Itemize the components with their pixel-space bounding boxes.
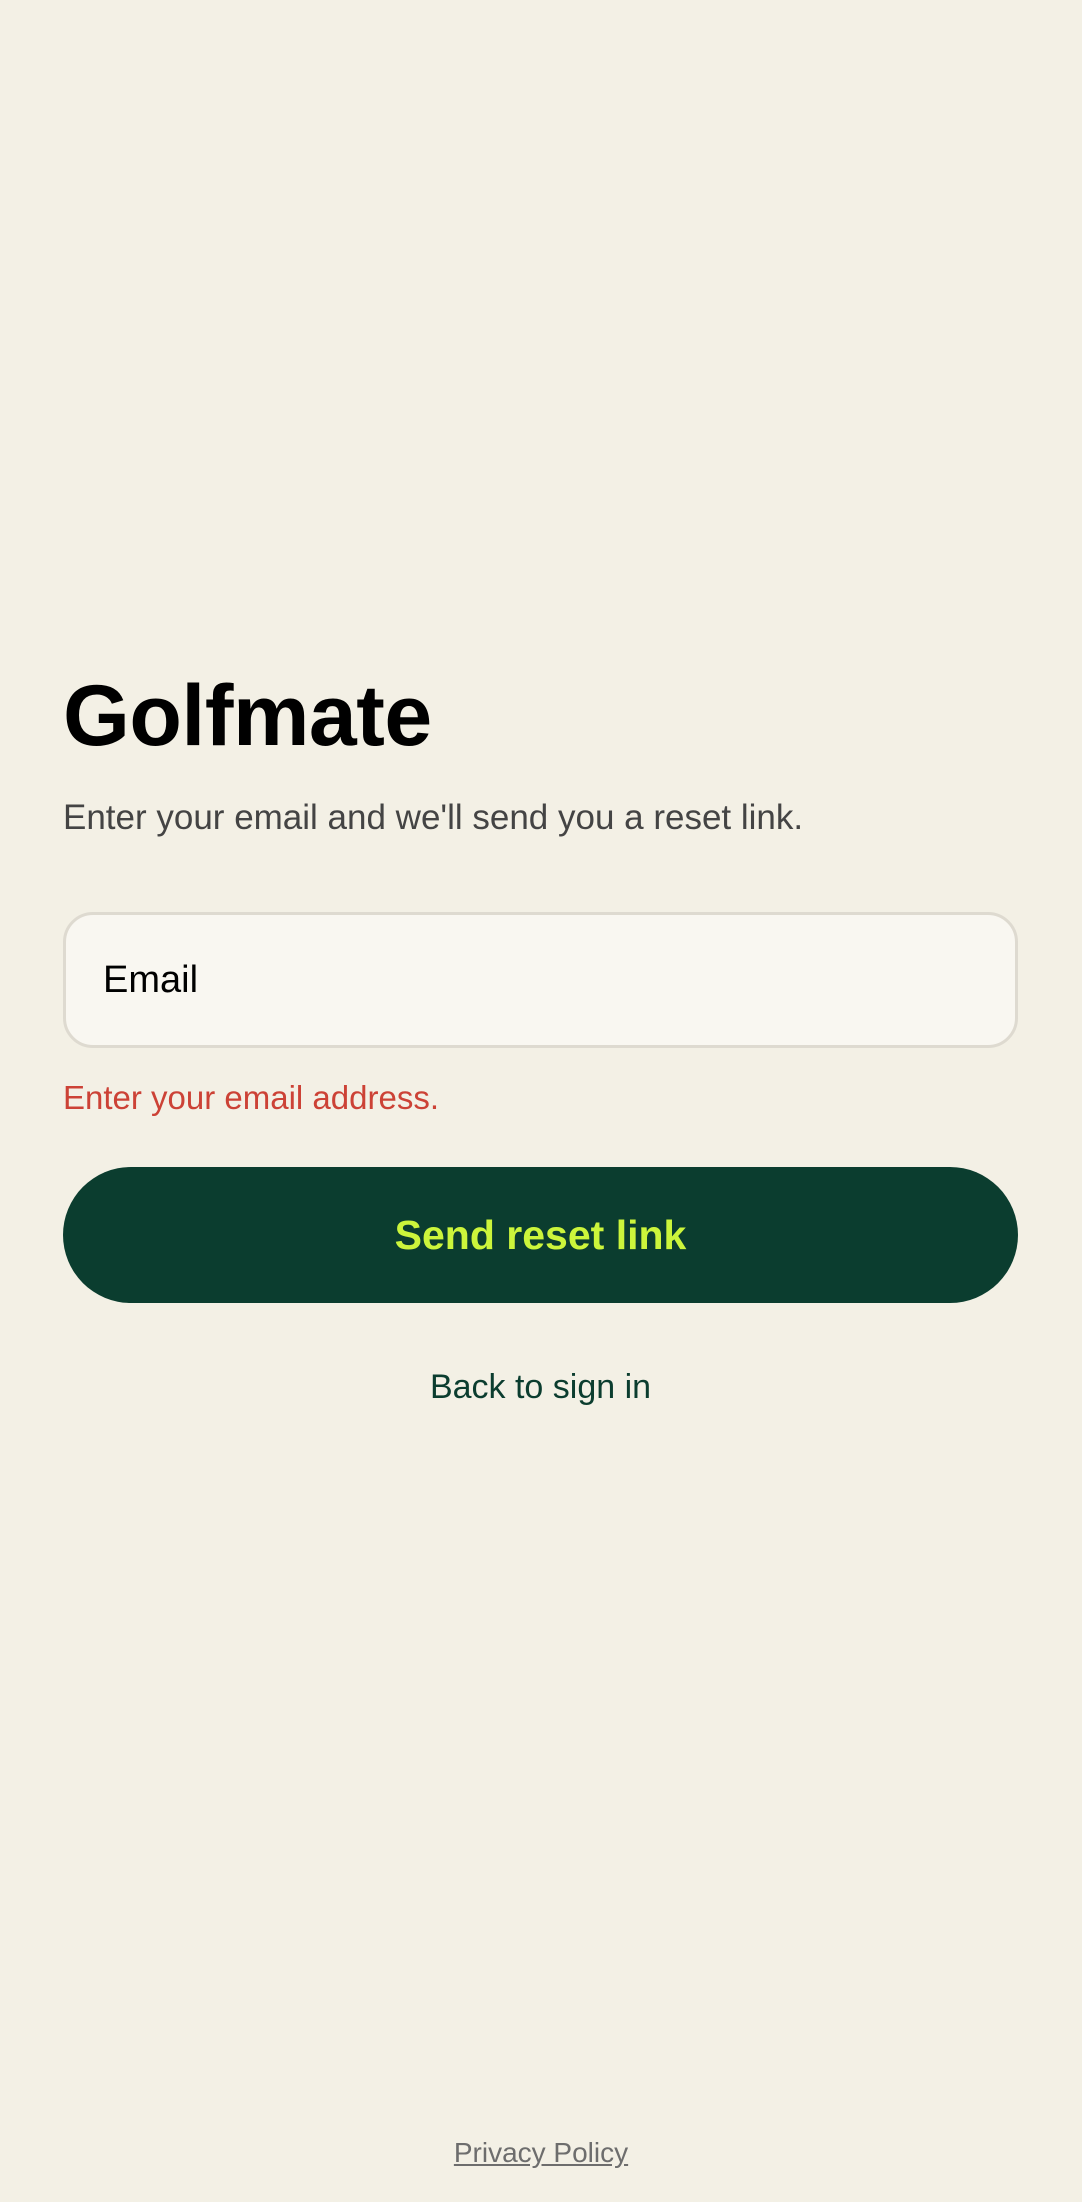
back-to-sign-in-link[interactable]: Back to sign in xyxy=(63,1367,1018,1407)
reset-form-container: Golfmate Enter your email and we'll send… xyxy=(63,668,1018,1407)
app-title: Golfmate xyxy=(63,668,432,764)
email-field[interactable] xyxy=(63,912,1018,1048)
privacy-policy-link[interactable]: Privacy Policy xyxy=(0,2136,1082,2170)
email-error-message: Enter your email address. xyxy=(63,1079,440,1116)
reset-password-screen: Golfmate Enter your email and we'll send… xyxy=(0,0,1082,2202)
send-reset-link-button[interactable]: Send reset link xyxy=(63,1167,1018,1303)
page-subtitle: Enter your email and we'll send you a re… xyxy=(63,798,804,837)
